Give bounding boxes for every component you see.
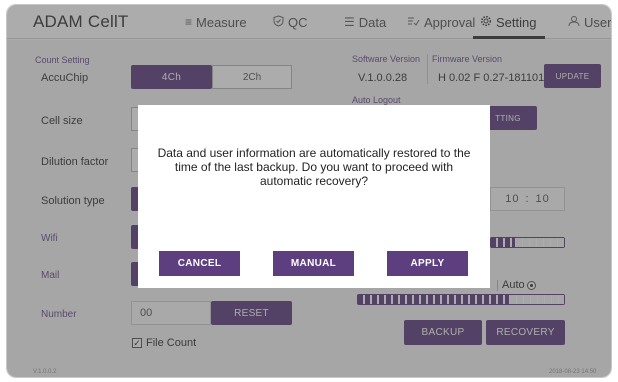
dialog-message: Data and user information are automatica… xyxy=(157,146,471,188)
recovery-dialog: Data and user information are automatica… xyxy=(138,105,490,288)
cancel-button[interactable]: CANCEL xyxy=(159,251,240,276)
manual-button[interactable]: MANUAL xyxy=(273,251,354,276)
apply-button[interactable]: APPLY xyxy=(387,251,468,276)
device-screen: ADAM CellT ≡ Measure QC ☰ Data Approval … xyxy=(6,4,612,378)
